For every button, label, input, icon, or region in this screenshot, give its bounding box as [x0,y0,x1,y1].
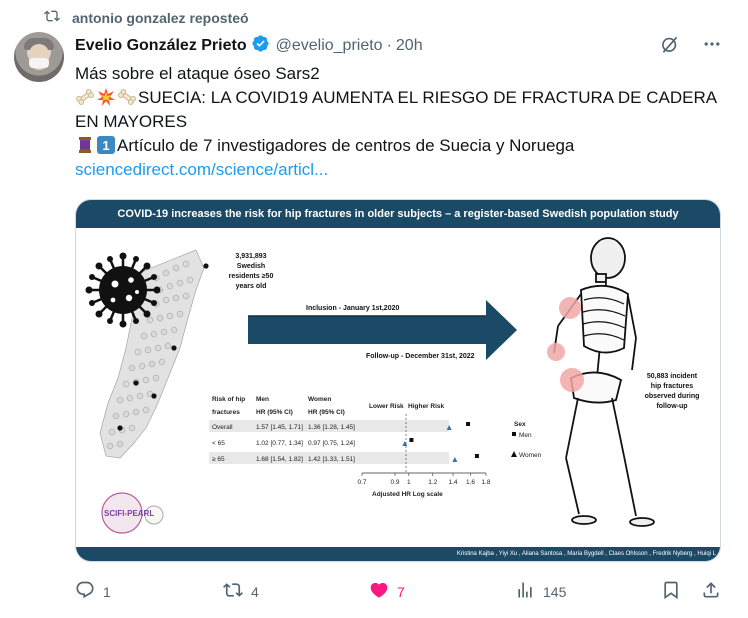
repost-indicator[interactable]: antonio gonzalez reposteó [44,8,249,27]
views-button[interactable]: 145 [515,580,566,603]
tweet-header: Evelio González Prieto @evelio_prieto · … [75,34,423,58]
header-risk-2: fractures [212,409,240,416]
tweet-line-3: 1 Artículo de 7 investigadores de centros… [75,134,725,158]
row-overall-label: Overall [212,424,233,431]
x-tick-label: 1.6 [466,479,475,486]
bone-icon [117,87,137,107]
row-over65-women: 1.42 [1.33, 1.51] [308,456,355,463]
lower-risk-label: Lower Risk [369,403,404,410]
row-under65-men: 1.02 [0.77, 1.34] [256,440,303,447]
tweet-text: Más sobre el ataque óseo Sars2 SUECIA: L… [75,62,725,182]
verified-badge-icon [251,34,270,58]
views-count: 145 [543,583,567,600]
header-women-2: HR (95% CI) [308,409,345,416]
row-over65-label: ≥ 65 [212,456,225,463]
tweet-line-2: SUECIA: LA COVID19 AUMENTA EL RIESGO DE … [75,86,725,134]
legend-title: Sex [514,421,526,428]
followup-label: Follow-up - December 31st, 2022 [366,353,475,360]
header-men-1: Men [256,396,269,403]
more-options-icon[interactable] [702,34,722,59]
legend-women-triangle [511,451,517,457]
higher-risk-label: Higher Risk [408,403,445,410]
views-icon [515,580,535,603]
population-line-4: years old [236,283,267,290]
share-icon [701,580,721,603]
infographic: 3,931,893 Swedish residents ≥50 years ol… [85,237,700,534]
logo-text: SCIFI-PEARL [104,509,154,518]
repost-icon [44,8,60,27]
tweet-actions: 1 4 7 145 [75,580,725,604]
header-women-1: Women [308,396,331,403]
tweet-timestamp[interactable]: 20h [396,37,423,55]
tweet-line-1: Más sobre el ataque óseo Sars2 [75,64,320,83]
x-tick-label: 1.2 [428,479,437,486]
fractures-line-2: hip fractures [651,383,694,390]
author-handle[interactable]: @evelio_prieto [276,37,383,55]
reply-button[interactable]: 1 [75,580,111,603]
authors-footer: Kristina Kajba , Yiyi Xu , Aliana Santos… [76,547,720,561]
fractures-line-3: observed during [645,393,700,400]
fractures-number: 50,883 incident [647,373,698,380]
population-line-3: residents ≥50 [229,273,274,280]
row-over65-men: 1.68 [1.54, 1.82] [256,456,303,463]
bookmark-icon [661,580,681,603]
x-tick-label: 1.8 [481,479,490,486]
tweet-line-2-text: SUECIA: LA COVID19 AUMENTA EL RIESGO DE … [75,88,717,131]
header-men-2: HR (95% CI) [256,409,293,416]
image-title: COVID-19 increases the risk for hip frac… [76,200,720,228]
legend-men: Men [519,432,532,439]
author-name[interactable]: Evelio González Prieto [75,37,247,55]
keycap-one-icon: 1 [96,135,116,155]
thread-spool-icon [75,135,95,155]
article-link[interactable]: sciencedirect.com/science/articl... [75,160,328,179]
legend-men-square [512,432,516,436]
repost-count: 4 [251,583,259,600]
fractures-line-4: follow-up [656,403,687,410]
bone-icon [75,87,95,107]
forest-plot: Lower Risk Higher Risk 0.7 0.9 1 1.2 1.4 1.6 1… [357,403,541,498]
heart-icon [369,580,389,603]
men-hr-point [409,438,414,442]
x-axis-label: Adjusted HR Log scale [372,491,443,498]
timeline-arrow: Inclusion - January 1st,2020 Follow-up -… [248,300,517,360]
repost-button[interactable]: 4 [223,580,259,603]
population-number: 3,931,893 [235,253,266,260]
reply-icon [75,580,95,603]
women-hr-point [452,457,458,462]
fracture-highlights [547,297,584,392]
row-under65-women: 0.97 [0.75, 1.24] [308,440,355,447]
legend-women: Women [519,452,542,459]
x-tick-label: 0.7 [357,479,366,486]
header-risk-1: Risk of hip [212,396,245,403]
men-hr-point [466,422,471,426]
bookmark-button[interactable] [661,580,681,603]
media-image[interactable]: COVID-19 increases the risk for hip frac… [75,199,721,562]
men-hr-point [474,454,479,458]
avatar[interactable] [14,32,64,82]
x-tick-label: 1.4 [448,479,457,486]
x-tick-label: 1 [407,479,411,486]
tweet-top-actions [660,34,722,59]
separator-dot: · [386,37,392,54]
scifi-pearl-logo: SCIFI-PEARL [101,492,164,534]
svg-text:1: 1 [102,138,109,153]
row-overall-women: 1.36 [1.28, 1.45] [308,424,355,431]
virus-icon [85,252,161,328]
tweet-line-3-text: Artículo de 7 investigadores de centros … [117,136,575,155]
like-count: 7 [397,583,405,600]
women-hr-point [402,441,408,446]
reply-count: 1 [103,583,111,600]
grok-icon[interactable] [660,34,680,59]
repost-action-icon [223,580,243,603]
x-tick-label: 0.9 [390,479,399,486]
row-overall-men: 1.57 [1.45, 1.71] [256,424,303,431]
inclusion-label: Inclusion - January 1st,2020 [306,305,399,312]
collision-icon [96,87,116,107]
like-button[interactable]: 7 [369,580,405,603]
share-button[interactable] [701,580,721,603]
repost-text: antonio gonzalez reposteó [72,9,249,26]
row-under65-label: < 65 [212,440,225,447]
population-line-2: Swedish [237,263,265,270]
